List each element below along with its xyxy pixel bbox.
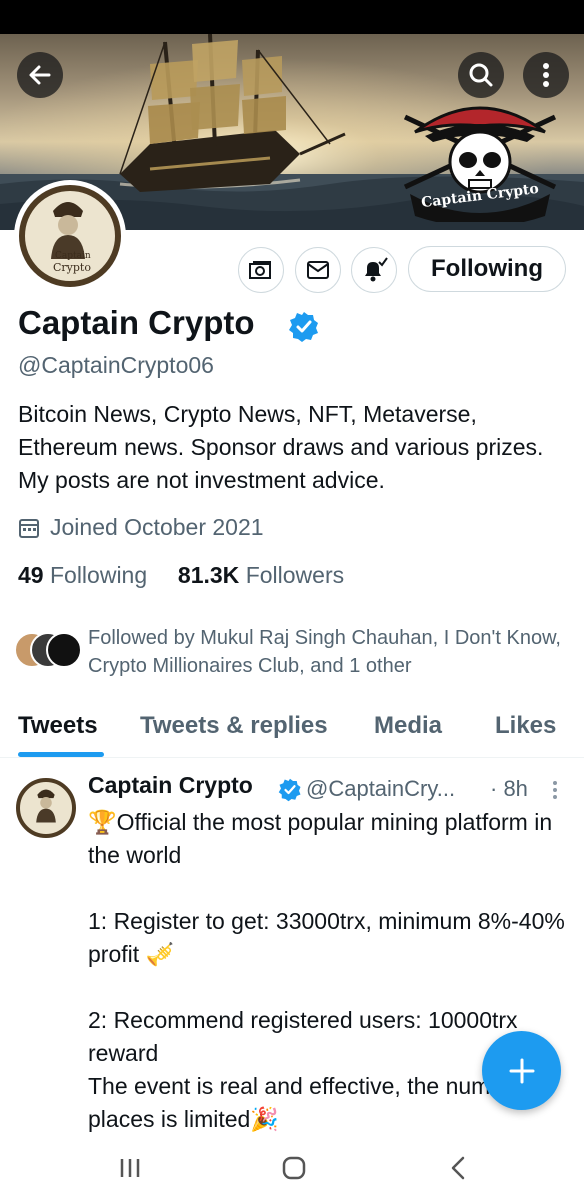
- profile-bio: Bitcoin News, Crypto News, NFT, Metavers…: [18, 401, 544, 493]
- tweet-line: [88, 971, 576, 1004]
- tweet-line: [88, 872, 576, 905]
- joined-text: Joined October 2021: [50, 514, 264, 540]
- tweet-author-handle[interactable]: @CaptainCry...: [306, 776, 455, 802]
- status-bar: [0, 0, 584, 34]
- profile-tabs: Tweets Tweets & replies Media Likes: [0, 700, 584, 758]
- compose-tweet-button[interactable]: [482, 1031, 561, 1110]
- following-stat[interactable]: 49 Following: [18, 562, 147, 588]
- following-button[interactable]: Following: [408, 246, 566, 292]
- profile-avatar[interactable]: Captain Crypto: [14, 180, 126, 292]
- tweet-more-icon[interactable]: [550, 780, 560, 800]
- followers-label: Followers: [245, 562, 345, 588]
- profile-handle: @CaptainCrypto06: [18, 352, 214, 378]
- tweet-avatar-image: [36, 789, 56, 823]
- arrow-left-icon: [29, 65, 51, 85]
- tip-button[interactable]: [238, 247, 284, 293]
- joined-date: Joined October 2021: [18, 514, 264, 541]
- followers-count: 81.3K: [177, 562, 240, 588]
- mutual-avatar: [46, 632, 82, 668]
- avatar-caption-bottom: Crypto: [53, 261, 91, 274]
- active-tab-indicator: [18, 752, 104, 757]
- tweet-header: Captain Crypto: [88, 772, 253, 799]
- followed-by-avatars[interactable]: [14, 632, 84, 668]
- display-name: Captain Crypto: [18, 304, 255, 341]
- money-icon: [249, 261, 271, 279]
- following-count: 49: [18, 562, 44, 588]
- followed-by-text[interactable]: Followed by Mukul Raj Singh Chauhan, I D…: [88, 624, 568, 680]
- tab-media[interactable]: Media: [374, 712, 442, 740]
- tweet-timestamp[interactable]: · 8h: [490, 776, 528, 802]
- recent-apps-icon[interactable]: [118, 1156, 142, 1180]
- avatar-caption-top: Captain: [55, 251, 91, 261]
- tweet-verified-icon: [278, 778, 301, 802]
- tweet-author-name[interactable]: Captain Crypto: [88, 772, 253, 798]
- back-button[interactable]: [17, 52, 63, 98]
- mail-icon: [307, 261, 329, 279]
- tab-likes[interactable]: Likes: [495, 712, 556, 740]
- tweet-avatar[interactable]: [16, 778, 76, 838]
- more-vertical-icon: [543, 63, 549, 87]
- bell-check-icon: [365, 257, 388, 282]
- message-button[interactable]: [295, 247, 341, 293]
- following-label: Following: [49, 562, 148, 588]
- verified-badge-icon: [289, 312, 318, 342]
- tab-tweets-replies[interactable]: Tweets & replies: [140, 712, 328, 740]
- notifications-button[interactable]: [351, 247, 397, 293]
- system-navigation-bar: [0, 1136, 584, 1200]
- tweet-line: 1: Register to get: 33000trx, minimum 8%…: [88, 908, 565, 967]
- search-button[interactable]: [458, 52, 504, 98]
- home-icon[interactable]: [280, 1154, 308, 1182]
- tweet-line: 🏆Official the most popular mining platfo…: [88, 809, 553, 868]
- more-options-button[interactable]: [523, 52, 569, 98]
- plus-icon: [509, 1058, 534, 1083]
- search-icon: [469, 63, 493, 87]
- followers-stat[interactable]: 81.3K Followers: [178, 562, 344, 588]
- follow-stats: 49 Following 81.3K Followers: [18, 562, 344, 589]
- back-nav-icon[interactable]: [448, 1154, 468, 1182]
- calendar-icon: [19, 518, 39, 538]
- tab-tweets[interactable]: Tweets: [18, 712, 98, 740]
